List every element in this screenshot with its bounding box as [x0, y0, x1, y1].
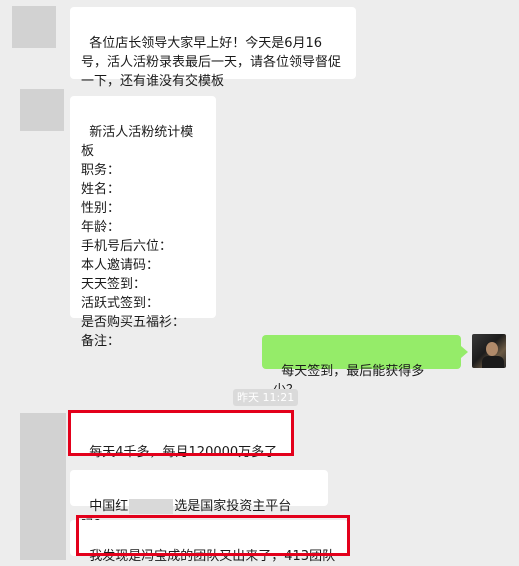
sender-avatar[interactable] — [20, 413, 66, 560]
message-bubble-greeting[interactable]: 各位店长领导大家早上好！今天是6月16号，活人活粉录表最后一天，请各位领导督促一… — [70, 7, 356, 89]
sender-avatar[interactable] — [20, 89, 64, 131]
message-bubble-outgoing[interactable]: 每天签到，最后能获得多少？ — [262, 335, 461, 398]
message-text-prefix: 中国红 — [89, 499, 129, 514]
redacted-text — [129, 499, 174, 514]
message-text: 新活人活粉统计模板 职务： 姓名： 性别： 年龄： 手机号后六位： 本人邀请码：… — [81, 125, 194, 349]
message-bubble-question[interactable]: 中国红选是国家投资主平台吗？ — [70, 470, 328, 533]
bubble-tail — [461, 346, 468, 358]
sender-avatar[interactable] — [12, 6, 56, 48]
highlight-box — [68, 410, 294, 456]
message-bubble-template[interactable]: 新活人活粉统计模板 职务： 姓名： 性别： 年龄： 手机号后六位： 本人邀请码：… — [70, 96, 216, 349]
self-avatar[interactable] — [472, 334, 506, 368]
highlight-box — [76, 515, 350, 556]
message-text: 各位店长领导大家早上好！今天是6月16号，活人活粉录表最后一天，请各位领导督促一… — [81, 36, 342, 89]
timestamp-badge: 昨天 11:21 — [233, 389, 299, 406]
